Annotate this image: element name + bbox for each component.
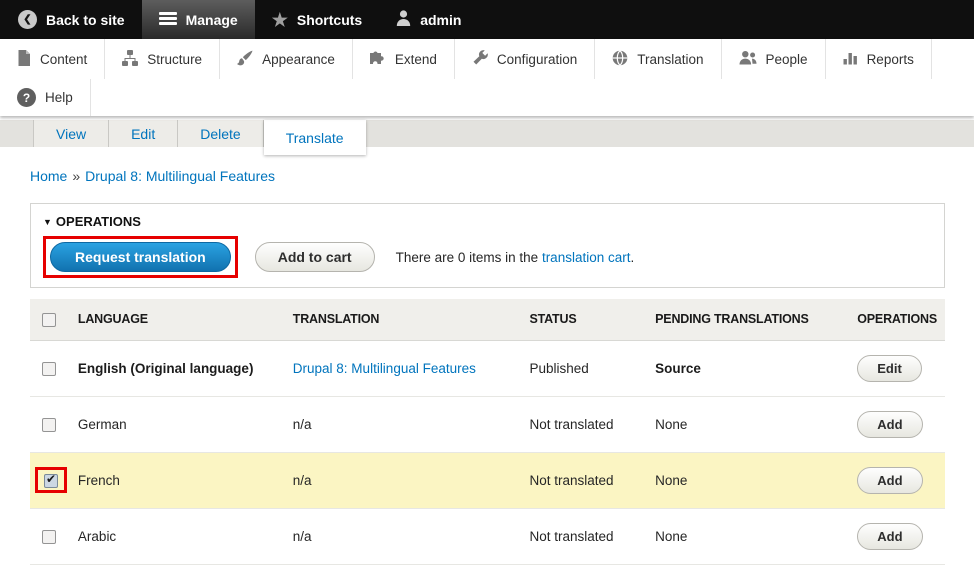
language-cell: English (Original language) — [77, 340, 293, 397]
tab-view[interactable]: View — [33, 120, 110, 147]
language-cell: Arabic — [77, 508, 293, 565]
translation-cell: n/a — [292, 452, 530, 509]
content-icon — [17, 49, 31, 69]
select-all-checkbox[interactable] — [42, 312, 56, 327]
col-operations: OPERATIONS — [857, 299, 945, 341]
table-row-english: English (Original language) Drupal 8: Mu… — [30, 340, 945, 397]
menu-item-translation[interactable]: Translation — [595, 39, 722, 79]
menu-item-help[interactable]: ? Help — [0, 79, 91, 116]
breadcrumb-separator: » — [72, 168, 81, 184]
menu-label: Appearance — [262, 51, 335, 67]
table-row-arabic: Arabic n/a Not translated None Add — [30, 508, 945, 565]
tab-edit[interactable]: Edit — [109, 120, 179, 147]
breadcrumb: Home » Drupal 8: Multilingual Features — [30, 168, 945, 184]
breadcrumb-current-link[interactable]: Drupal 8: Multilingual Features — [85, 168, 275, 184]
status-cell: Not translated — [529, 452, 656, 509]
menu-item-appearance[interactable]: Appearance — [220, 39, 353, 79]
row-checkbox-french[interactable] — [44, 472, 58, 489]
add-button[interactable]: Add — [857, 410, 923, 438]
menu-item-extend[interactable]: Extend — [353, 39, 455, 79]
admin-toolbar: ❮ Back to site Manage ★ Shortcuts admin — [0, 0, 974, 39]
back-to-site-button[interactable]: ❮ Back to site — [1, 0, 142, 39]
row-checkbox-german[interactable] — [42, 417, 56, 432]
table-header-row: LANGUAGE TRANSLATION STATUS PENDING TRAN… — [30, 299, 945, 341]
translation-cell: n/a — [292, 508, 530, 565]
col-language: LANGUAGE — [77, 299, 293, 341]
menu-item-reports[interactable]: Reports — [826, 39, 932, 79]
menu-item-configuration[interactable]: Configuration — [455, 39, 596, 79]
pending-cell: None — [655, 508, 858, 565]
star-icon: ★ — [271, 9, 288, 30]
pending-cell: None — [655, 396, 858, 453]
col-pending-translations: PENDING TRANSLATIONS — [655, 299, 858, 341]
people-icon — [739, 50, 757, 69]
row-checkbox-arabic[interactable] — [42, 529, 56, 544]
col-status: STATUS — [529, 299, 656, 341]
menu-label: Translation — [637, 51, 704, 67]
menu-hamburger-icon — [158, 11, 177, 28]
appearance-icon — [237, 50, 253, 69]
local-tasks-bar: View Edit Delete Translate — [0, 120, 974, 155]
add-to-cart-button[interactable]: Add to cart — [254, 242, 375, 272]
structure-icon — [122, 49, 139, 69]
manage-label: Manage — [185, 11, 238, 28]
menu-label: People — [765, 51, 808, 67]
red-highlight-box-request-translation: Request translation — [43, 236, 238, 278]
pending-cell: None — [655, 452, 858, 509]
cart-status-suffix: . — [630, 249, 635, 265]
add-button[interactable]: Add — [857, 466, 923, 494]
configuration-icon — [472, 49, 488, 69]
back-to-site-label: Back to site — [46, 11, 125, 28]
col-translation: TRANSLATION — [292, 299, 530, 341]
tab-translate[interactable]: Translate — [263, 120, 366, 155]
edit-button[interactable]: Edit — [857, 354, 922, 382]
operations-fieldset: ▼ OPERATIONS Request translation Add to c… — [30, 203, 945, 288]
translations-table: LANGUAGE TRANSLATION STATUS PENDING TRAN… — [30, 299, 945, 565]
breadcrumb-home-link[interactable]: Home — [30, 168, 67, 184]
operations-legend[interactable]: ▼ OPERATIONS — [43, 214, 141, 229]
menu-item-content[interactable]: Content — [0, 39, 106, 79]
status-cell: Not translated — [529, 508, 656, 565]
menu-label: Configuration — [496, 51, 578, 67]
cart-status-prefix: There are 0 items in the — [395, 249, 539, 265]
menu-item-structure[interactable]: Structure — [105, 39, 221, 79]
menu-label: Reports — [866, 51, 914, 67]
manage-menu-button[interactable]: Manage — [141, 0, 255, 39]
translation-icon — [612, 49, 628, 69]
reports-icon — [843, 50, 858, 68]
menu-label: Extend — [394, 51, 437, 67]
menu-label: Content — [40, 51, 88, 67]
menu-item-people[interactable]: People — [722, 39, 826, 79]
menu-label: Structure — [147, 51, 203, 67]
admin-user-button[interactable]: admin — [379, 0, 478, 39]
table-row-french: French n/a Not translated None Add — [30, 452, 945, 509]
translation-link[interactable]: Drupal 8: Multilingual Features — [293, 361, 476, 376]
tab-delete[interactable]: Delete — [178, 120, 264, 147]
cart-status-text: There are 0 items in the translation car… — [396, 250, 635, 265]
shortcuts-label: Shortcuts — [296, 11, 363, 28]
admin-menu-tray: Content Structure Appearance Extend Conf… — [0, 39, 974, 116]
admin-username-label: admin — [420, 11, 462, 28]
menu-label: Help — [45, 90, 73, 105]
extend-icon — [369, 50, 386, 69]
red-highlight-box-french-checkbox — [35, 467, 67, 494]
back-icon: ❮ — [18, 10, 37, 29]
help-icon: ? — [17, 88, 36, 107]
row-checkbox-english[interactable] — [42, 361, 56, 376]
pending-cell: Source — [655, 340, 858, 397]
status-cell: Not translated — [529, 396, 656, 453]
table-row-german: German n/a Not translated None Add — [30, 396, 945, 453]
collapse-arrow-icon: ▼ — [43, 217, 52, 227]
language-cell: German — [77, 396, 293, 453]
translation-cell: n/a — [292, 396, 530, 453]
operations-legend-label: OPERATIONS — [55, 214, 141, 229]
add-button[interactable]: Add — [857, 522, 923, 550]
translation-cart-link[interactable]: translation cart — [542, 250, 631, 265]
language-cell: French — [77, 452, 293, 509]
shortcuts-button[interactable]: ★ Shortcuts — [255, 0, 379, 39]
status-cell: Published — [529, 340, 656, 397]
user-icon — [396, 10, 411, 29]
request-translation-button[interactable]: Request translation — [50, 242, 231, 272]
